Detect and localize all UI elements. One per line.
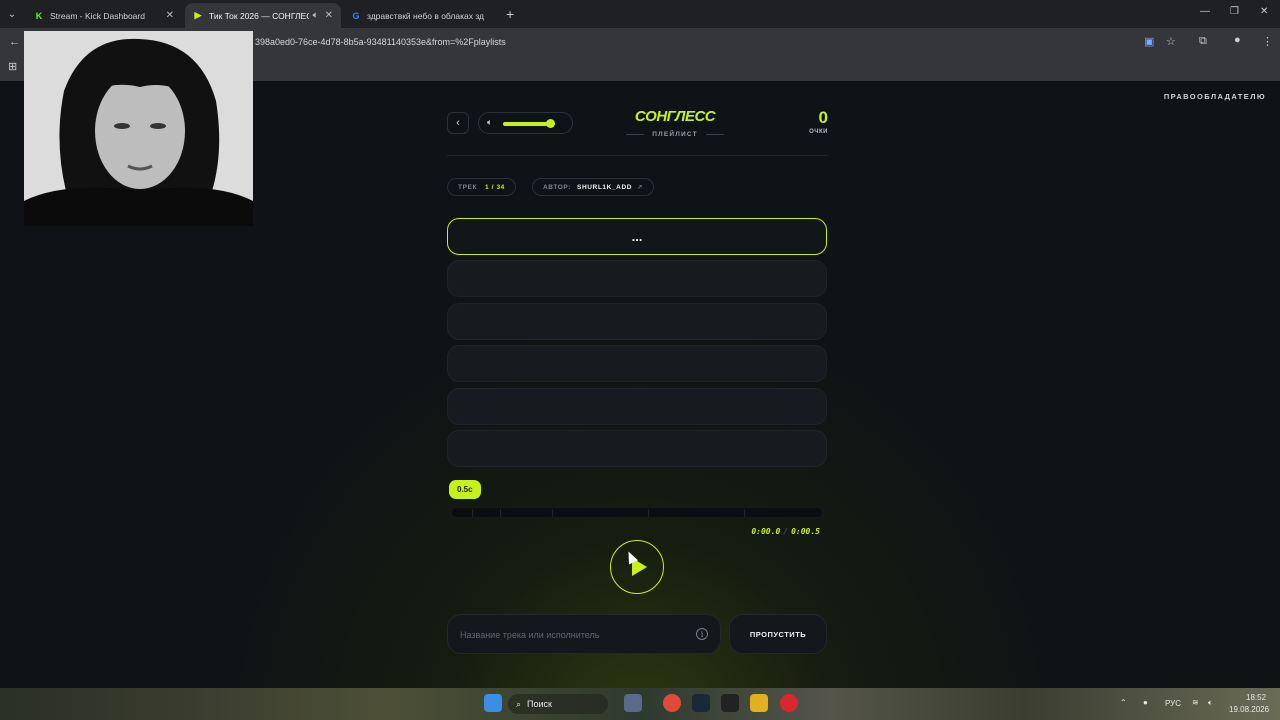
volume-tray-icon[interactable]: 🔈︎ — [1208, 698, 1213, 708]
taskbar-search[interactable]: ⌕ Поиск — [508, 694, 608, 714]
volume-fill — [503, 122, 550, 126]
close-window-icon[interactable]: ✕ — [1260, 6, 1268, 17]
extensions-puzzle-icon[interactable]: ⧉ — [1199, 35, 1207, 48]
score-label: ОЧКИ — [809, 129, 828, 135]
chevron-left-icon: ‹ — [456, 117, 460, 129]
tab-google-search[interactable]: G здравствкй небо в облаках зд — [343, 3, 501, 28]
progress-segment — [744, 509, 745, 517]
apps-grid-icon[interactable]: ⊞ — [8, 60, 17, 73]
kick-logo-icon: K — [35, 10, 43, 21]
guess-slot — [447, 260, 827, 297]
tab-kick-dashboard[interactable]: K Stream - Kick Dashboard ✕ — [26, 3, 182, 28]
task-view-icon[interactable] — [624, 694, 642, 712]
wifi-icon[interactable]: ≋ — [1192, 698, 1199, 707]
speaker-icon: 🔈︎ — [487, 117, 493, 127]
track-counter-badge: ТРЕК 1 / 34 — [447, 178, 516, 196]
back-button[interactable]: ‹ — [447, 112, 469, 134]
streamer-portrait-image — [24, 31, 253, 226]
progress-segment — [472, 509, 473, 517]
guess-slot — [447, 388, 827, 425]
more-menu-icon[interactable]: ⋮ — [1262, 35, 1273, 48]
close-tab-icon[interactable]: ✕ — [166, 10, 174, 21]
score-value: 0 — [818, 108, 828, 127]
chrome-icon[interactable] — [663, 694, 681, 712]
progress-segment — [500, 509, 501, 517]
volume-slider[interactable] — [503, 119, 555, 128]
time-separator: / — [783, 527, 789, 536]
new-tab-button[interactable]: + — [506, 6, 514, 22]
answer-input[interactable] — [460, 627, 680, 643]
volume-control[interactable]: 🔈︎ — [478, 112, 573, 134]
language-indicator[interactable]: РУС — [1165, 699, 1181, 708]
time-current: 0:00.0 — [751, 527, 781, 536]
audio-playing-icon[interactable]: 🔈︎ — [313, 10, 319, 21]
profile-avatar-icon[interactable]: ● — [1234, 34, 1241, 46]
webcam-overlay — [24, 31, 253, 226]
guess-slot — [447, 303, 827, 340]
author-label: АВТОР: — [543, 183, 572, 191]
tab-title: здравствкй небо в облаках зд — [367, 10, 485, 21]
app-icon[interactable] — [721, 694, 739, 712]
divider — [447, 155, 828, 156]
answer-search-box[interactable]: i — [447, 614, 721, 654]
clock-time[interactable]: 18:52 — [1246, 693, 1266, 702]
microphone-icon[interactable]: ● — [1143, 698, 1148, 707]
translate-icon[interactable]: ▣ — [1144, 35, 1154, 48]
taskbar-search-label: Поиск — [527, 699, 552, 709]
app-icon[interactable] — [780, 694, 798, 712]
volume-knob[interactable] — [545, 119, 555, 128]
track-label: ТРЕК — [458, 183, 478, 191]
skip-button[interactable]: ПРОПУСТИТЬ — [729, 614, 827, 654]
tab-title: Тик Ток 2026 — СОНГЛЕСС — [209, 10, 309, 21]
guess-slot — [447, 345, 827, 382]
tab-songless[interactable]: ▶ Тик Ток 2026 — СОНГЛЕСС 🔈︎ ✕ — [185, 3, 341, 28]
app-icon[interactable] — [750, 694, 768, 712]
clock-date[interactable]: 19.08.2026 — [1229, 705, 1269, 714]
search-icon: ⌕ — [516, 698, 522, 709]
author-link[interactable]: АВТОР: SHURL1K_ADD ↗ — [532, 178, 655, 196]
play-button[interactable] — [610, 540, 664, 594]
url-text[interactable]: 398a0ed0-76ce-4d78-8b5a-93481140353e&fro… — [255, 37, 506, 47]
external-link-icon: ↗ — [637, 184, 644, 191]
play-favicon-icon: ▶ — [194, 10, 202, 20]
info-icon[interactable]: i — [696, 628, 708, 640]
progress-segment — [552, 509, 553, 517]
tab-title: Stream - Kick Dashboard — [50, 10, 145, 21]
bookmark-star-icon[interactable]: ☆ — [1166, 35, 1176, 48]
snippet-length-badge: 0.5с — [449, 480, 481, 499]
guess-slot-current: ... — [447, 218, 827, 255]
guess-slot — [447, 430, 827, 467]
logo-subtitle: ПЛЕЙЛИСТ — [626, 131, 724, 138]
tray-chevron-icon[interactable]: ⌃ — [1120, 698, 1127, 707]
progress-segment — [648, 509, 649, 517]
close-tab-icon[interactable]: ✕ — [325, 10, 333, 21]
steam-icon[interactable] — [692, 694, 710, 712]
restore-icon[interactable]: ❐ — [1230, 6, 1239, 17]
copyright-holder-link[interactable]: ПРАВООБЛАДАТЕЛЮ — [1164, 92, 1266, 101]
back-arrow-icon[interactable]: ← — [9, 36, 20, 48]
tab-search-chevron-icon[interactable]: ⌄ — [0, 0, 24, 28]
playback-time: 0:00.0/0:00.5 — [700, 527, 820, 536]
playback-progress[interactable] — [451, 507, 823, 518]
minimize-icon[interactable]: — — [1200, 6, 1210, 17]
author-value: SHURL1K_ADD — [577, 183, 633, 191]
google-logo-icon: G — [352, 10, 360, 21]
songless-logo[interactable]: СОНГЛЕСС — [616, 108, 734, 125]
time-total: 0:00.5 — [791, 527, 820, 536]
windows-start-icon[interactable] — [484, 694, 502, 712]
track-value: 1 / 34 — [485, 183, 505, 191]
